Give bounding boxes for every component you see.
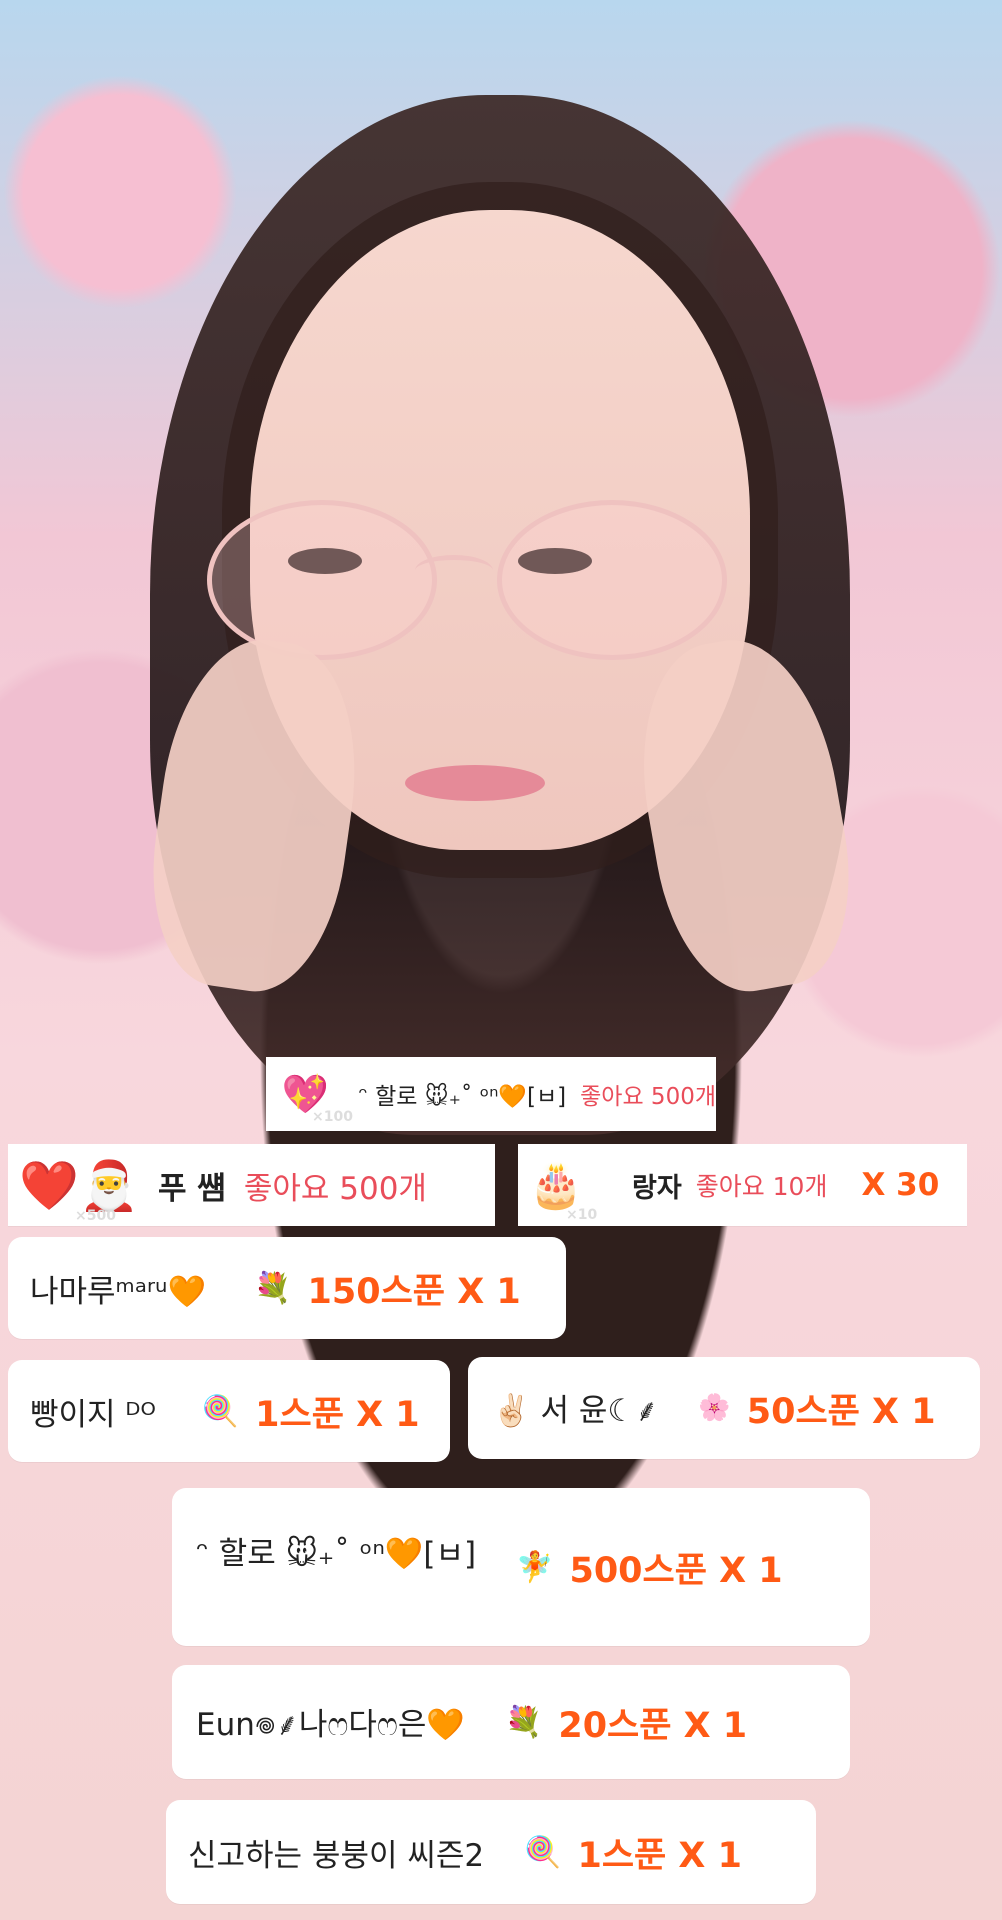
like-multiplier: X 30 [861, 1167, 940, 1203]
gift-feed: 💖 ×100 ᵔ 할로 🐭₊˚ ᵒⁿ🧡[ㅂ] 좋아요 500개 ❤️🎅 ×500… [0, 0, 1002, 1920]
sender-name: ✌🏻 서 윤☾⸙ [492, 1393, 659, 1429]
bouquet-gift-icon: 💐 [254, 1270, 292, 1306]
sender-name: 나마루ᵐᵃʳᵘ🧡 [30, 1273, 207, 1310]
spoon-amount: 20스푼 X 1 [558, 1705, 748, 1746]
lollipop-gift-icon: 🍭 [201, 1393, 240, 1429]
gift-card-namaru[interactable]: 나마루ᵐᵃʳᵘ🧡 💐 150스푼 X 1 [8, 1237, 566, 1339]
gift-count: ×500 [75, 1208, 116, 1224]
spoon-amount: 150스푼 X 1 [307, 1271, 521, 1312]
lollipop-gift-icon: 🍭 [524, 1834, 562, 1870]
gift-card-halo-500[interactable]: ᵔ 할로 🐭₊˚ ᵒⁿ🧡[ㅂ] 🧚 500스푼 X 1 [172, 1488, 870, 1646]
fairy-gift-icon: 🧚 [516, 1549, 554, 1585]
like-message: 좋아요 500개 [243, 1170, 427, 1207]
gift-card-like-halo[interactable]: 💖 ×100 ᵔ 할로 🐭₊˚ ᵒⁿ🧡[ㅂ] 좋아요 500개 [266, 1057, 716, 1131]
gift-card-seoyun[interactable]: ✌🏻 서 윤☾⸙ 🌸 50스푼 X 1 [468, 1357, 980, 1459]
gift-count: ×100 [312, 1109, 353, 1125]
spoon-amount: 1스푼 X 1 [255, 1394, 420, 1435]
gift-card-like-rangja[interactable]: 🎂 ×10 랑자 좋아요 10개 X 30 [518, 1144, 967, 1226]
like-message: 좋아요 500개 [580, 1084, 716, 1110]
sender-name: 푸 썜 [158, 1170, 226, 1207]
bouquet-gift-icon: 💐 [504, 1704, 543, 1740]
sender-name: ᵔ 할로 🐭₊˚ ᵒⁿ🧡[ㅂ] [358, 1084, 567, 1110]
sender-name: Eun𖦹⸙나ෆ다ෆ은🧡 [196, 1707, 465, 1743]
gift-card-like-pu[interactable]: ❤️🎅 ×500 푸 썜 좋아요 500개 [8, 1144, 495, 1226]
cake-gift-icon: 🎂 [528, 1160, 584, 1211]
sender-name: 신고하는 붕붕이 씨즌2 [188, 1837, 485, 1874]
sender-name: 빵이지 ᴰᴼ [30, 1396, 156, 1433]
heart-santa-gift-icon: ❤️🎅 [19, 1157, 139, 1214]
sender-name: ᵔ 할로 🐭₊˚ ᵒⁿ🧡[ㅂ] [196, 1536, 477, 1572]
like-message: 좋아요 10개 [695, 1172, 828, 1201]
gift-count: ×10 [566, 1207, 598, 1223]
spoon-amount: 50스푼 X 1 [746, 1391, 936, 1432]
gift-card-bungbung[interactable]: 신고하는 붕붕이 씨즌2 🍭 1스푼 X 1 [166, 1800, 816, 1904]
gift-card-ppangji[interactable]: 빵이지 ᴰᴼ 🍭 1스푼 X 1 [8, 1360, 450, 1462]
flower-gift-icon: 🌸 [698, 1393, 731, 1423]
spoon-amount: 1스푼 X 1 [577, 1835, 742, 1876]
spoon-amount: 500스푼 X 1 [569, 1550, 783, 1591]
sender-name: 랑자 [632, 1172, 682, 1204]
gift-card-eun[interactable]: Eun𖦹⸙나ෆ다ෆ은🧡 💐 20스푼 X 1 [172, 1665, 850, 1779]
